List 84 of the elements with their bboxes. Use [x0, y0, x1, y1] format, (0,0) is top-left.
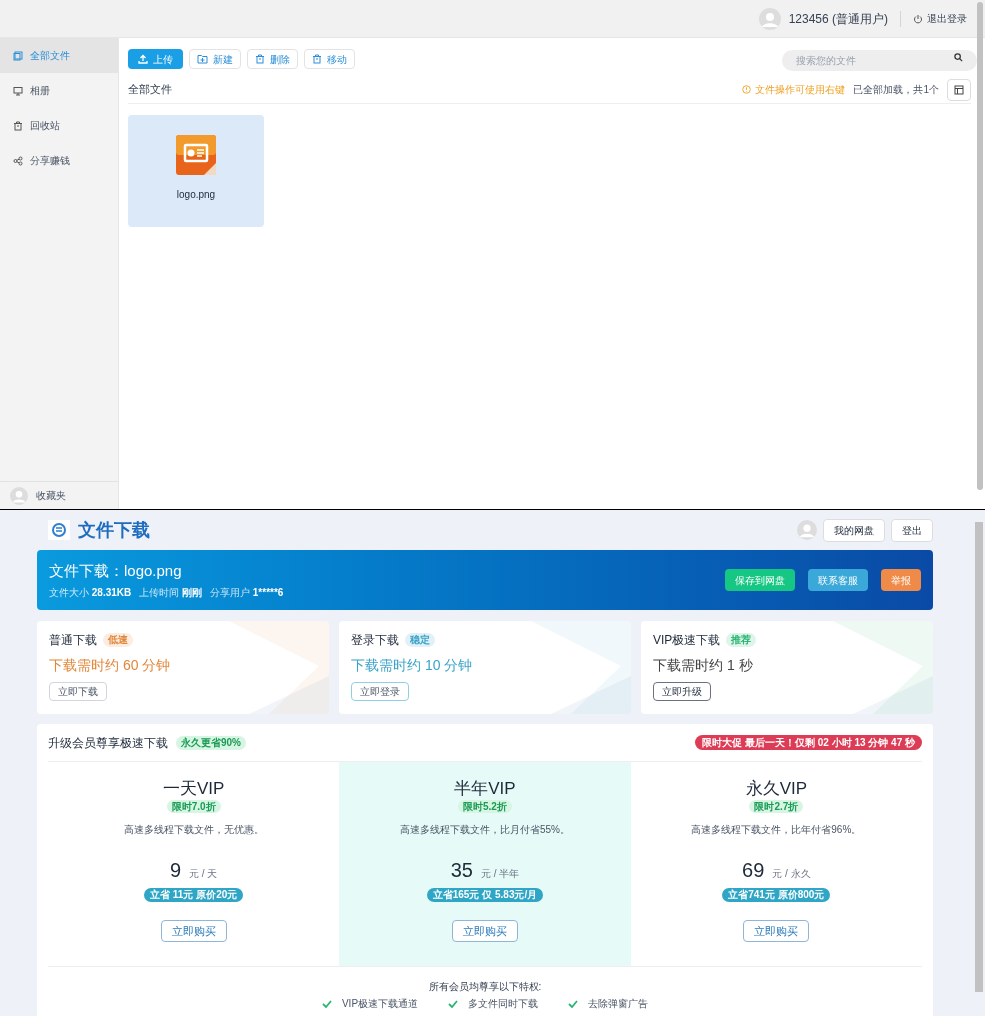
plan-description: 高速多线程下载文件，无优惠。 — [123, 823, 264, 837]
check-icon — [448, 999, 459, 1008]
perk-text: 多文件同时下载 — [468, 997, 539, 1011]
plan-name: 半年VIP — [454, 780, 516, 797]
avatar-icon — [758, 7, 781, 30]
sidebar-item[interactable]: 分享赚钱 — [0, 143, 118, 178]
plan-name: 永久VIP — [745, 780, 808, 797]
info-icon — [742, 85, 752, 94]
download-time: 下载需时约 10 分钟 — [351, 656, 474, 675]
option-button[interactable]: 立即登录 — [351, 682, 409, 701]
discount-tag: 限时7.0折 — [166, 800, 221, 813]
view-toggle-button[interactable] — [947, 78, 971, 101]
perk-text: 去除弹窗广告 — [588, 997, 649, 1011]
download-time: 下载需时约 60 分钟 — [49, 656, 172, 675]
files-icon — [13, 50, 23, 61]
tip-text: 文件操作可使用右键 — [755, 83, 846, 97]
toolbar-button[interactable]: 移动 — [304, 49, 355, 69]
price-unit: 元 / 永久 — [772, 867, 811, 881]
toolbar-button[interactable]: 删除 — [247, 49, 298, 69]
discount-tag: 限时5.2折 — [458, 800, 512, 813]
username[interactable]: 123456 (普通用户) — [788, 9, 888, 28]
tag: 推荐 — [726, 633, 757, 647]
file-name: logo.png — [176, 188, 216, 202]
trash-icon — [312, 54, 322, 64]
file-meta: 文件大小 28.31KB — [49, 585, 132, 600]
logo-icon — [48, 520, 70, 540]
buy-button[interactable]: 立即购买 — [452, 920, 518, 942]
option-title: 普通下载 — [49, 632, 97, 649]
plan-description: 高速多线程下载文件，比年付省96%。 — [691, 823, 862, 837]
load-status: 已全部加载，共1个 — [853, 83, 939, 97]
new-folder-icon — [197, 54, 208, 64]
check-icon — [321, 999, 332, 1008]
scrollbar[interactable] — [977, 2, 983, 490]
buy-button[interactable]: 立即购买 — [743, 920, 810, 942]
option-title: VIP极速下载 — [653, 632, 721, 649]
search-field[interactable]: 搜索您的文件 — [782, 50, 977, 71]
option-title: 登录下载 — [351, 632, 399, 649]
upload-icon — [138, 54, 148, 64]
nav-button[interactable]: 我的网盘 — [823, 518, 885, 542]
tag: 低速 — [103, 633, 133, 647]
sidebar-item[interactable]: 回收站 — [0, 108, 118, 143]
perks-title: 所有会员均尊享以下特权: — [428, 980, 542, 994]
plan-name: 一天VIP — [162, 780, 225, 797]
page-title: 文件下载 — [78, 518, 150, 542]
toolbar-button[interactable]: 新建 — [189, 49, 241, 69]
download-time: 下载需时约 1 秒 — [653, 656, 754, 675]
perk-text: VIP极速下载通道 — [341, 997, 419, 1011]
list-icon — [954, 84, 964, 95]
tag: 永久更省90% — [176, 735, 246, 750]
search-icon[interactable] — [954, 53, 963, 62]
avatar-icon — [10, 486, 28, 505]
share-icon — [13, 155, 23, 166]
discount-tag: 限时2.7折 — [749, 800, 804, 813]
nav-button[interactable]: 登出 — [891, 518, 933, 542]
price: 9 — [169, 858, 182, 883]
breadcrumb: 全部文件 — [128, 82, 172, 98]
logout-button[interactable]: 退出登录 — [913, 11, 967, 26]
tag: 稳定 — [405, 633, 435, 647]
scrollbar[interactable] — [975, 522, 983, 992]
savings-badge: 立省165元 仅 5.83元/月 — [426, 888, 544, 902]
file-meta: 分享用户 1*****6 — [210, 585, 284, 600]
price-unit: 元 / 天 — [189, 867, 218, 881]
option-button[interactable]: 立即升级 — [653, 682, 711, 701]
power-icon — [913, 13, 923, 24]
savings-badge: 立省 11元 原价20元 — [144, 888, 244, 902]
check-icon — [568, 999, 579, 1008]
countdown-badge: 限时大促 最后一天！仅剩 02 小时 13 分钟 47 秒 — [695, 735, 922, 750]
file-title: 文件下载：logo.png — [49, 561, 183, 582]
plan-description: 高速多线程下载文件，比月付省55%。 — [400, 823, 570, 837]
price: 69 — [742, 858, 765, 883]
buy-button[interactable]: 立即购买 — [160, 920, 227, 942]
option-button[interactable]: 立即下载 — [49, 682, 107, 701]
file-meta: 上传时间 刚刚 — [139, 585, 203, 600]
savings-badge: 立省741元 原价800元 — [722, 888, 831, 902]
price-unit: 元 / 半年 — [480, 867, 520, 881]
trash-icon — [13, 120, 23, 131]
trash-icon — [255, 54, 265, 64]
file-tile[interactable]: logo.png — [128, 115, 264, 227]
favorites-link[interactable]: 收藏夹 — [36, 488, 66, 503]
price: 35 — [450, 858, 473, 883]
avatar-icon — [797, 520, 817, 540]
sidebar-item[interactable]: 相册 — [0, 73, 118, 108]
monitor-icon — [13, 85, 23, 96]
section-title: 升级会员尊享极速下载 — [48, 734, 168, 752]
